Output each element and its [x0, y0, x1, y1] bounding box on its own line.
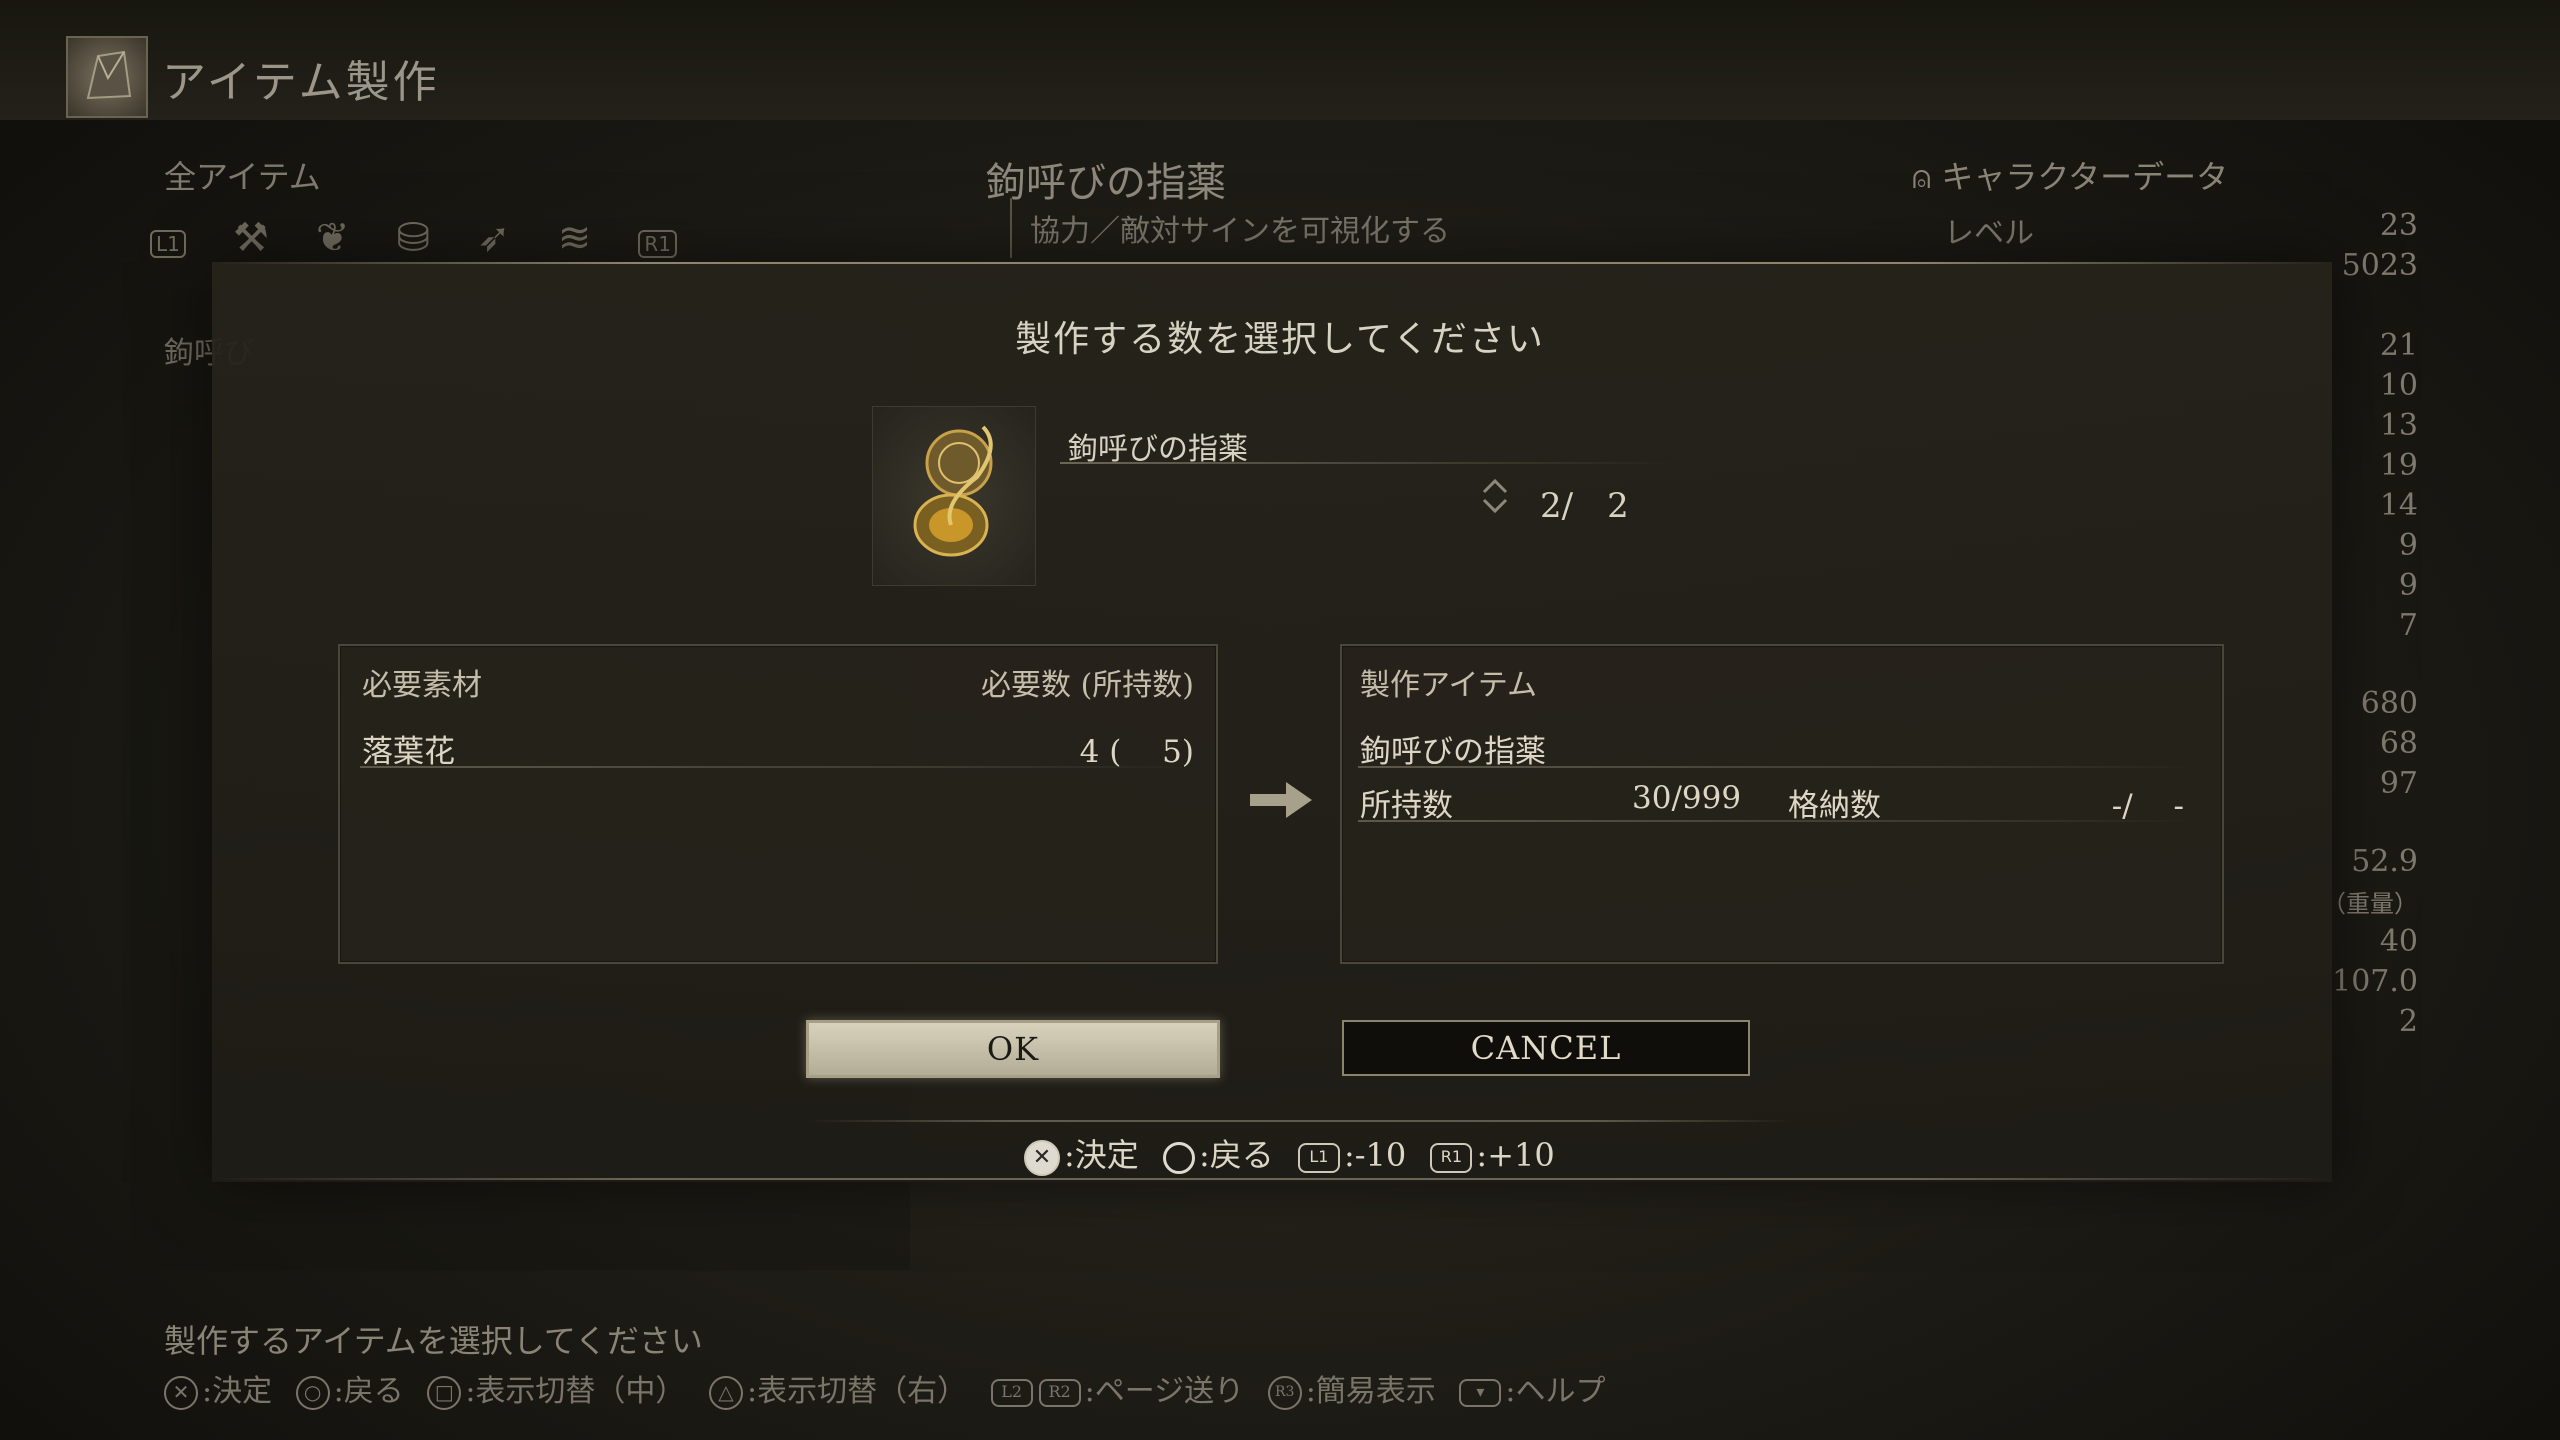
stored-value: -/ -	[2111, 788, 2184, 824]
footer-prompt: 製作するアイテムを選択してください	[164, 1322, 703, 1360]
r2-button-icon: R2	[1038, 1379, 1081, 1407]
chevron-down-icon	[1482, 498, 1508, 514]
owned-row-underline	[1358, 820, 2198, 822]
dialog-top-border	[212, 262, 2332, 264]
tools-category-icon[interactable]: ⚒	[233, 215, 269, 261]
dialog-bottom-border	[212, 1178, 2332, 1180]
bolts-category-icon[interactable]: ≋	[558, 215, 592, 261]
r1-tab-icon[interactable]: R1	[638, 230, 677, 258]
ok-button[interactable]: OK	[806, 1020, 1220, 1078]
material-row-underline	[360, 766, 1190, 768]
pouch-category-icon[interactable]: ⛁	[397, 215, 431, 261]
hint-plus-ten: :+10	[1476, 1136, 1555, 1174]
quantity-value[interactable]: 2/ 2	[1540, 478, 1629, 527]
hint-page: :ページ送り	[1084, 1374, 1245, 1409]
character-figure-icon: ⍝	[1912, 158, 1932, 196]
triangle-button-icon: △	[708, 1376, 743, 1410]
level-value: 23	[2379, 208, 2418, 243]
l2-button-icon: L2	[990, 1379, 1033, 1407]
hint-toggle-right: :表示切替（右）	[746, 1374, 968, 1409]
l1-tab-icon[interactable]: L1	[150, 230, 186, 258]
hint-confirm: :決定	[1064, 1136, 1139, 1174]
l1-button-icon: L1	[1297, 1142, 1340, 1173]
hint-separator	[810, 1120, 1790, 1122]
hint-back: :戻る	[1198, 1136, 1274, 1174]
circle-button-icon	[1162, 1141, 1195, 1174]
crafting-kit-icon	[66, 36, 148, 118]
dialog-button-hints: ✕:決定 :戻る L1:-10 R1:+10	[1024, 1130, 1555, 1176]
material-name: 落葉花	[362, 734, 455, 770]
circle-button-icon: ○	[295, 1376, 330, 1410]
feather-category-icon[interactable]: ❦	[316, 215, 350, 261]
arrow-right-icon	[1246, 776, 1316, 824]
selected-item-name: 鉤呼びの指薬	[986, 160, 1226, 206]
square-button-icon: □	[427, 1376, 462, 1410]
materials-count-header: 必要数 (所持数)	[981, 668, 1194, 703]
cancel-button[interactable]: CANCEL	[1342, 1020, 1750, 1076]
level-label: レベル	[1944, 216, 2034, 251]
material-count: 4 ( 5)	[1079, 734, 1194, 770]
chevron-up-icon	[1482, 478, 1508, 494]
owned-label: 所持数	[1360, 788, 1453, 824]
crafted-item-header: 製作アイテム	[1360, 668, 1537, 703]
hint-back: :戻る	[333, 1374, 404, 1409]
fingerprint-nostrum-icon	[913, 425, 993, 557]
r3-button-icon: R3	[1267, 1376, 1302, 1410]
dialog-title: 製作する数を選択してください	[1015, 319, 1545, 360]
hint-confirm: :決定	[202, 1374, 273, 1409]
hint-toggle-mid: :表示切替（中）	[465, 1374, 686, 1409]
app-title: アイテム製作	[162, 57, 440, 108]
crafted-item-panel: 製作アイテム 鉤呼びの指薬 所持数 30/999 格納数 -/ -	[1340, 644, 2224, 964]
hint-simple: :簡易表示	[1305, 1374, 1436, 1409]
hint-minus-ten: :-10	[1343, 1136, 1407, 1174]
character-data-title: キャラクターデータ	[1941, 158, 2229, 196]
category-label: 全アイテム	[164, 158, 321, 196]
selected-item-description: 協力／敵対サインを可視化する	[1030, 214, 1450, 249]
owned-value: 30/999	[1632, 780, 1742, 816]
footer-hints: ✕:決定 ○:戻る □:表示切替（中） △:表示切替（右） L2 R2:ページ送り…	[164, 1366, 1605, 1410]
quantity-stepper[interactable]	[1478, 474, 1512, 518]
item-name-underline	[1060, 462, 1680, 464]
character-data-header: ⍝ キャラクターデータ	[1912, 152, 2228, 198]
required-materials-panel: 必要素材 必要数 (所持数) 落葉花 4 ( 5)	[338, 644, 1218, 964]
touchpad-button-icon: ▾	[1459, 1379, 1502, 1407]
stored-label: 格納数	[1788, 788, 1881, 824]
arrows-category-icon[interactable]: ➶	[477, 215, 511, 261]
materials-header: 必要素材	[362, 668, 482, 703]
item-image-frame	[872, 406, 1036, 586]
r1-button-icon: R1	[1430, 1142, 1473, 1173]
crafted-name-underline	[1358, 766, 2198, 768]
cross-button-icon: ✕	[1024, 1139, 1060, 1176]
cross-button-icon: ✕	[164, 1376, 198, 1410]
crafted-item-name: 鉤呼びの指薬	[1360, 734, 1546, 770]
hint-help: :ヘルプ	[1505, 1374, 1606, 1409]
